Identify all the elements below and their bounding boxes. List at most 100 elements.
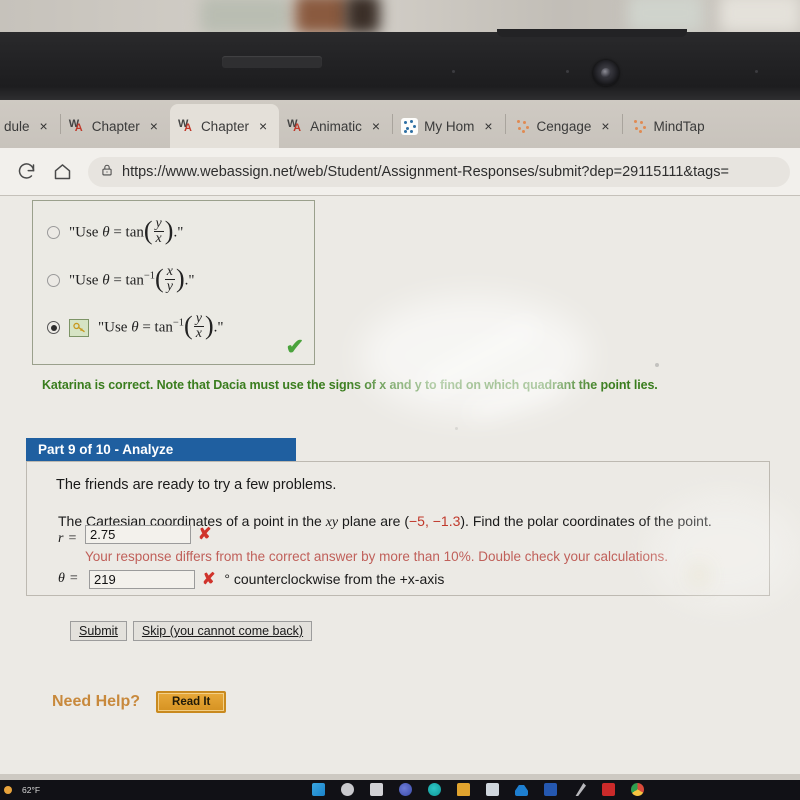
browser-tab-strip: dule × WA Chapter × WA Chapter × WA Anim… (0, 100, 800, 148)
read-it-button[interactable]: Read It (156, 691, 227, 713)
tab-label: My Hom (424, 118, 475, 134)
tab-label: Animatic (310, 118, 362, 134)
part-intro-text: The friends are ready to try a few probl… (56, 477, 337, 493)
store-icon[interactable] (486, 783, 499, 796)
teams-icon[interactable] (428, 783, 441, 796)
browser-tab-0[interactable]: dule × (0, 104, 60, 148)
browser-tab-3[interactable]: WA Animatic × (279, 104, 392, 148)
browser-tab-5[interactable]: Cengage × (506, 104, 622, 148)
edge-icon[interactable] (399, 783, 412, 796)
speaker-slot (222, 56, 322, 68)
radio-option-2[interactable] (47, 274, 60, 288)
webcam-icon (593, 60, 619, 86)
laptop-bezel (0, 29, 800, 100)
windows-taskbar: 62°F (0, 780, 800, 800)
browser-tab-6[interactable]: MindTap (623, 104, 713, 148)
background-person-arm (295, 0, 350, 34)
microphone-dot-right (566, 70, 569, 73)
microphone-dot-far-right (755, 70, 758, 73)
chrome-icon[interactable] (631, 783, 644, 796)
close-icon[interactable]: × (597, 118, 613, 134)
browser-toolbar: https://www.webassign.net/web/Student/As… (0, 148, 800, 196)
word-icon[interactable] (544, 783, 557, 796)
tab-label: Chapter (200, 118, 249, 134)
problem-coordinates: −5, −1.3 (408, 513, 461, 529)
tab-label: dule (4, 118, 30, 134)
desk-area: 62°F (0, 780, 800, 800)
search-icon[interactable] (341, 783, 354, 796)
lock-icon (100, 163, 114, 181)
option-3-text: "Use θ = tan−1(y x)." (98, 311, 224, 342)
need-help-label: Need Help? (52, 693, 141, 710)
answer-label-theta: θ (58, 571, 65, 586)
option-row-3[interactable]: "Use θ = tan−1(y x)." (47, 311, 224, 343)
home-icon[interactable] (46, 156, 78, 188)
multiple-choice-options: "Use θ = tan(y x)." "Use θ = tan−1(x y)." (32, 200, 315, 365)
option-row-1[interactable]: "Use θ = tan(y x)." (47, 216, 184, 248)
cengage-orange-icon (514, 118, 531, 135)
background-wall-light (720, 0, 800, 32)
file-explorer-icon[interactable] (457, 783, 470, 796)
answer-row-r: r = (58, 531, 77, 546)
background-dark-shape (345, 0, 380, 34)
option-row-2[interactable]: "Use θ = tan−1(x y)." (47, 264, 195, 296)
address-bar[interactable]: https://www.webassign.net/web/Student/As… (88, 156, 790, 187)
theta-unit-note: ° counterclockwise from the +x-axis (224, 571, 445, 587)
background-glass-right (628, 0, 703, 32)
answer-row-theta: θ = (58, 571, 78, 586)
weather-sun-icon[interactable] (4, 786, 12, 794)
weather-widget[interactable]: 62°F (22, 785, 40, 795)
task-view-icon[interactable] (370, 783, 383, 796)
background-glass-left (200, 0, 290, 34)
option-1-text: "Use θ = tan(y x)." (69, 216, 184, 247)
part-header: Part 9 of 10 - Analyze (26, 438, 296, 461)
tab-label: MindTap (653, 118, 705, 134)
snip-icon[interactable] (575, 783, 586, 796)
answer-label-r: r (58, 531, 64, 546)
microphone-dot-left (452, 70, 455, 73)
error-message: Your response differs from the correct a… (85, 549, 669, 564)
skip-button[interactable]: Skip (you cannot come back) (132, 621, 313, 641)
close-icon[interactable]: × (146, 118, 162, 134)
webassign-icon: WA (177, 117, 192, 134)
screen-dust-1 (655, 363, 659, 367)
reload-icon[interactable] (10, 156, 42, 188)
theta-input-wrapper: 219 ✘ ° counterclockwise from the +x-axi… (89, 569, 444, 589)
correct-check-icon: ✔ (285, 334, 304, 359)
need-help-section: Need Help? Read It (52, 691, 227, 713)
taskbar-icons (312, 783, 644, 796)
radio-option-1[interactable] (47, 226, 60, 240)
tab-label: Chapter (91, 118, 140, 134)
action-buttons: Submit Skip (you cannot come back) (70, 621, 313, 641)
radio-option-3[interactable] (47, 321, 60, 335)
start-windows-icon[interactable] (312, 783, 325, 796)
option-2-text: "Use θ = tan−1(x y)." (69, 264, 195, 295)
close-icon[interactable]: × (480, 118, 496, 134)
screen-glare-large (360, 296, 590, 416)
onedrive-icon[interactable] (515, 784, 528, 796)
cengage-blue-icon (401, 117, 419, 135)
laptop-screen: dule × WA Chapter × WA Chapter × WA Anim… (0, 100, 800, 780)
url-text: https://www.webassign.net/web/Student/As… (122, 163, 729, 180)
screen-dust-2 (455, 427, 458, 430)
wrong-x-icon: ✘ (198, 526, 212, 543)
close-icon[interactable]: × (368, 118, 384, 134)
submit-button[interactable]: Submit (70, 621, 127, 641)
close-icon[interactable]: × (255, 118, 271, 134)
browser-tab-4[interactable]: My Hom × (393, 104, 504, 148)
close-icon[interactable]: × (36, 118, 52, 134)
key-icon (69, 318, 89, 337)
browser-tab-1[interactable]: WA Chapter × (61, 104, 170, 148)
pdf-icon[interactable] (602, 783, 615, 796)
webassign-icon: WA (68, 117, 83, 134)
wrong-x-icon: ✘ (202, 571, 216, 588)
theta-input[interactable]: 219 (89, 569, 195, 589)
webassign-icon: WA (287, 117, 302, 134)
r-input-wrapper: 2.75 ✘ (85, 524, 211, 544)
r-input[interactable]: 2.75 (85, 524, 191, 544)
feedback-message: Katarina is correct. Note that Dacia mus… (42, 378, 658, 392)
tab-label: Cengage (536, 118, 592, 134)
cengage-orange-icon (631, 118, 648, 135)
webassign-page: "Use θ = tan(y x)." "Use θ = tan−1(x y)." (0, 196, 800, 780)
browser-tab-2-active[interactable]: WA Chapter × (169, 104, 280, 148)
